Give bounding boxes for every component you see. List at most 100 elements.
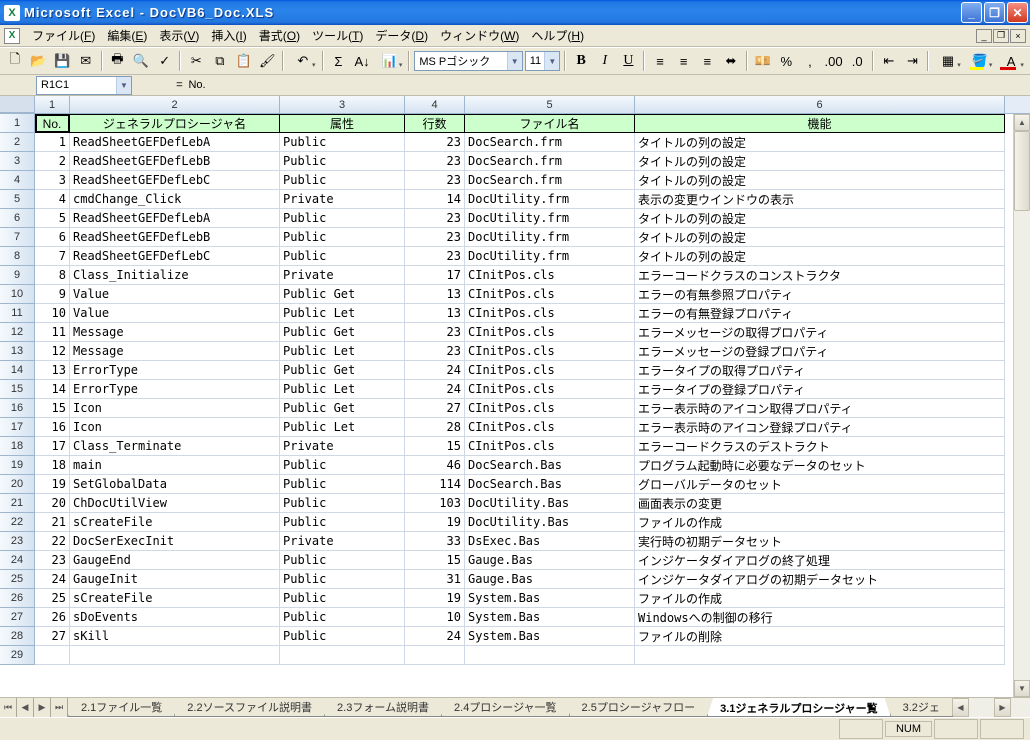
cell[interactable]: 15: [405, 551, 465, 570]
cell[interactable]: GaugeInit: [70, 570, 280, 589]
cell[interactable]: [70, 646, 280, 665]
sheet-tab[interactable]: 2.3フォーム説明書: [324, 698, 442, 717]
cell[interactable]: Public: [280, 570, 405, 589]
cell[interactable]: 2: [35, 152, 70, 171]
cell[interactable]: 14: [405, 190, 465, 209]
row-header[interactable]: 11: [0, 304, 35, 323]
cell[interactable]: sDoEvents: [70, 608, 280, 627]
cell[interactable]: Message: [70, 342, 280, 361]
cell[interactable]: Public: [280, 247, 405, 266]
row-header[interactable]: 18: [0, 437, 35, 456]
column-header[interactable]: 1: [35, 96, 70, 113]
decrease-decimal-button[interactable]: .0: [846, 50, 868, 72]
cell[interactable]: 10: [405, 608, 465, 627]
cell[interactable]: インジケータダイアログの初期データセット: [635, 570, 1005, 589]
cell[interactable]: [405, 646, 465, 665]
autosum-button[interactable]: Σ: [328, 50, 350, 72]
cell[interactable]: CInitPos.cls: [465, 304, 635, 323]
cell[interactable]: Value: [70, 304, 280, 323]
cell[interactable]: 5: [35, 209, 70, 228]
menu-item[interactable]: 書式(O): [253, 27, 306, 45]
align-center-button[interactable]: ≡: [673, 50, 695, 72]
mdi-close-button[interactable]: ×: [1010, 29, 1026, 43]
cell[interactable]: ErrorType: [70, 361, 280, 380]
formula-input[interactable]: [188, 79, 588, 91]
increase-indent-button[interactable]: ⇥: [902, 50, 924, 72]
cell[interactable]: cmdChange_Click: [70, 190, 280, 209]
cell[interactable]: ファイルの削除: [635, 627, 1005, 646]
menu-item[interactable]: 編集(E): [101, 27, 153, 45]
cell[interactable]: 23: [405, 133, 465, 152]
cell[interactable]: Public: [280, 627, 405, 646]
cell[interactable]: Private: [280, 266, 405, 285]
cell[interactable]: ReadSheetGEFDefLebC: [70, 247, 280, 266]
row-header[interactable]: 26: [0, 589, 35, 608]
cell[interactable]: タイトルの列の設定: [635, 228, 1005, 247]
cell[interactable]: 13: [405, 285, 465, 304]
cell[interactable]: エラーの有無登録プロパティ: [635, 304, 1005, 323]
bold-button[interactable]: B: [570, 50, 592, 72]
cell[interactable]: Value: [70, 285, 280, 304]
fill-color-button[interactable]: 🪣: [965, 50, 995, 72]
row-header[interactable]: 1: [0, 114, 35, 133]
cell[interactable]: Public: [280, 551, 405, 570]
cell[interactable]: [465, 646, 635, 665]
cell[interactable]: CInitPos.cls: [465, 361, 635, 380]
cell[interactable]: 行数: [405, 114, 465, 133]
cell[interactable]: 33: [405, 532, 465, 551]
scroll-right-button[interactable]: ▶: [994, 698, 1011, 717]
cell[interactable]: DocUtility.frm: [465, 228, 635, 247]
cell[interactable]: 23: [405, 247, 465, 266]
cell[interactable]: ReadSheetGEFDefLebB: [70, 228, 280, 247]
row-header[interactable]: 13: [0, 342, 35, 361]
cell[interactable]: DocUtility.frm: [465, 190, 635, 209]
row-header[interactable]: 15: [0, 380, 35, 399]
row-header[interactable]: 8: [0, 247, 35, 266]
cell[interactable]: エラーメッセージの登録プロパティ: [635, 342, 1005, 361]
cell[interactable]: 27: [405, 399, 465, 418]
cell[interactable]: Public: [280, 171, 405, 190]
cell[interactable]: 24: [405, 361, 465, 380]
cell[interactable]: 23: [405, 171, 465, 190]
cell[interactable]: Public Let: [280, 418, 405, 437]
cell[interactable]: Public Let: [280, 304, 405, 323]
cell[interactable]: CInitPos.cls: [465, 323, 635, 342]
cell[interactable]: DocSearch.frm: [465, 133, 635, 152]
cell[interactable]: Public: [280, 494, 405, 513]
scroll-up-button[interactable]: ▲: [1014, 114, 1030, 131]
cell[interactable]: DocSerExecInit: [70, 532, 280, 551]
cell[interactable]: 9: [35, 285, 70, 304]
cell[interactable]: CInitPos.cls: [465, 380, 635, 399]
cell[interactable]: 4: [35, 190, 70, 209]
font-size-combo[interactable]: 11▼: [525, 51, 561, 71]
cell[interactable]: 6: [35, 228, 70, 247]
cell[interactable]: 10: [35, 304, 70, 323]
font-name-combo[interactable]: MS Pゴシック▼: [414, 51, 522, 71]
cell[interactable]: エラー表示時のアイコン取得プロパティ: [635, 399, 1005, 418]
close-button[interactable]: ✕: [1007, 2, 1028, 23]
cell[interactable]: 24: [35, 570, 70, 589]
open-button[interactable]: 📂: [28, 50, 50, 72]
cell[interactable]: CInitPos.cls: [465, 418, 635, 437]
cell[interactable]: SetGlobalData: [70, 475, 280, 494]
cell[interactable]: DocSearch.frm: [465, 171, 635, 190]
cell[interactable]: Public: [280, 228, 405, 247]
cell[interactable]: [280, 646, 405, 665]
cell[interactable]: Public Let: [280, 380, 405, 399]
italic-button[interactable]: I: [594, 50, 616, 72]
cell[interactable]: Public: [280, 608, 405, 627]
cell[interactable]: DocSearch.Bas: [465, 456, 635, 475]
cell[interactable]: ジェネラルプロシージャ名: [70, 114, 280, 133]
cell[interactable]: CInitPos.cls: [465, 285, 635, 304]
cell[interactable]: [35, 646, 70, 665]
dropdown-arrow-icon[interactable]: ▼: [116, 77, 131, 94]
increase-decimal-button[interactable]: .00: [823, 50, 845, 72]
merge-center-button[interactable]: ⬌: [720, 50, 742, 72]
cell[interactable]: タイトルの列の設定: [635, 209, 1005, 228]
cell[interactable]: エラーメッセージの取得プロパティ: [635, 323, 1005, 342]
sheet-tab[interactable]: 2.5プロシージャフロー: [569, 698, 709, 717]
row-header[interactable]: 12: [0, 323, 35, 342]
cell[interactable]: DocUtility.Bas: [465, 494, 635, 513]
cell[interactable]: タイトルの列の設定: [635, 152, 1005, 171]
cell[interactable]: 22: [35, 532, 70, 551]
